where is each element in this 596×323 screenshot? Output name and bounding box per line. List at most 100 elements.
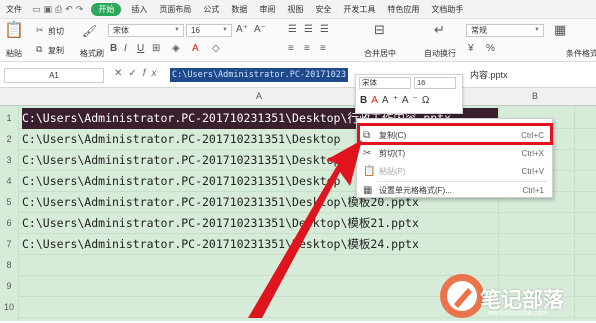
- align-bottom-icon[interactable]: ☰: [320, 24, 329, 36]
- copy-highlight-box: [357, 123, 553, 145]
- menu-item-paste[interactable]: 📋 粘贴(P) Ctrl+V: [357, 163, 552, 180]
- cell-a9[interactable]: [22, 276, 352, 297]
- bold-icon[interactable]: B: [110, 43, 117, 55]
- italic-icon[interactable]: I: [124, 43, 127, 55]
- underline-icon[interactable]: U: [137, 43, 144, 55]
- name-box[interactable]: A1: [4, 68, 104, 83]
- menu-bar: 文件 ▭ ▣ ⎙ ↶ ↷ 开始 插入 页面布局 公式 数据 审阅 视图 安全 开…: [0, 0, 596, 19]
- tab-insert[interactable]: 插入: [125, 0, 153, 19]
- symbol-icon[interactable]: Ω: [422, 95, 433, 106]
- redo-icon[interactable]: ↷: [76, 4, 84, 15]
- cut-icon[interactable]: ✂: [36, 24, 44, 36]
- formula-icons: ✕✓fx: [114, 68, 163, 79]
- align-middle-icon[interactable]: ☰: [304, 24, 313, 36]
- tab-doc-assistant[interactable]: 文档助手: [425, 0, 469, 19]
- tab-page-layout[interactable]: 页面布局: [153, 0, 197, 19]
- format-painter-label[interactable]: 格式刷: [80, 48, 104, 59]
- paste-label[interactable]: 粘贴: [6, 48, 22, 59]
- column-b-header[interactable]: B: [532, 91, 538, 101]
- conditional-format-icon[interactable]: ▦: [554, 23, 566, 36]
- fx-icon[interactable]: fx: [143, 68, 163, 79]
- cell-a8[interactable]: [22, 255, 352, 276]
- merge-center-icon[interactable]: ⊟: [374, 23, 385, 36]
- wrap-text-icon[interactable]: ↵: [434, 23, 445, 36]
- confirm-icon[interactable]: ✓: [128, 68, 142, 79]
- row-header[interactable]: 10: [0, 297, 18, 318]
- tab-data[interactable]: 数据: [225, 0, 253, 19]
- eraser-icon[interactable]: ◇: [212, 43, 220, 55]
- cancel-icon[interactable]: ✕: [114, 68, 128, 79]
- cut-button[interactable]: 剪切: [48, 26, 64, 37]
- chevron-down-icon: ▼: [534, 27, 540, 33]
- mini-size-select[interactable]: 16: [414, 77, 456, 89]
- row-header[interactable]: 9: [0, 276, 18, 297]
- merge-center-label[interactable]: 合并居中: [364, 48, 396, 59]
- cell-a10[interactable]: [22, 297, 352, 318]
- row-header[interactable]: 3: [0, 150, 18, 171]
- cell-a4[interactable]: C:\Users\Administrator.PC-201710231351\D…: [22, 171, 352, 192]
- menu-item-shortcut: Ctrl+1: [522, 186, 544, 195]
- mini-font-select[interactable]: 宋体: [359, 77, 411, 89]
- font-color-icon[interactable]: A: [371, 95, 382, 106]
- folder-icon[interactable]: ▭: [32, 4, 41, 15]
- cell-a6[interactable]: C:\Users\Administrator.PC-201710231351\D…: [22, 213, 498, 234]
- wrap-text-label[interactable]: 自动换行: [424, 48, 456, 59]
- menu-item-format-cells[interactable]: ▦ 设置单元格格式(F)... Ctrl+1: [357, 182, 552, 199]
- row-header[interactable]: 6: [0, 213, 18, 234]
- tab-security[interactable]: 安全: [309, 0, 337, 19]
- row-header[interactable]: 4: [0, 171, 18, 192]
- mini-font-value: 宋体: [362, 78, 377, 87]
- currency-icon[interactable]: ¥: [468, 43, 474, 55]
- column-a-header[interactable]: A: [256, 91, 262, 101]
- tab-developer[interactable]: 开发工具: [337, 0, 381, 19]
- mini-format-row: BAA⁺A⁻Ω: [360, 95, 433, 106]
- formula-bar: A1 ✕✓fx C:\Users\Administrator.PC-201710…: [0, 62, 596, 88]
- fill-color-icon[interactable]: ◈: [172, 43, 180, 55]
- grow-font-icon[interactable]: A⁺: [382, 95, 402, 106]
- save-icon[interactable]: ▣: [44, 4, 53, 15]
- number-format-select[interactable]: 常规 ▼: [466, 24, 544, 37]
- align-left-icon[interactable]: ≡: [288, 43, 294, 55]
- watermark-url: www.notetribe.com: [488, 310, 548, 317]
- tab-formula[interactable]: 公式: [197, 0, 225, 19]
- row-header[interactable]: 8: [0, 255, 18, 276]
- column-header: A B: [0, 88, 596, 106]
- paste-icon[interactable]: 📋: [4, 23, 24, 39]
- number-format-value: 常规: [471, 26, 487, 35]
- menu-file[interactable]: 文件: [0, 0, 28, 19]
- shrink-font-icon[interactable]: A⁻: [254, 24, 266, 36]
- tab-features[interactable]: 特色应用: [381, 0, 425, 19]
- tab-review[interactable]: 审阅: [253, 0, 281, 19]
- quick-access-toolbar: ▭ ▣ ⎙ ↶ ↷: [28, 4, 87, 15]
- font-size-select[interactable]: 16 ▼: [186, 24, 232, 37]
- copy-button[interactable]: 复制: [48, 45, 64, 56]
- row-header[interactable]: 1: [0, 108, 18, 129]
- row-header[interactable]: 7: [0, 234, 18, 255]
- align-right-icon[interactable]: ≡: [320, 43, 326, 55]
- font-color-icon[interactable]: A: [192, 43, 199, 55]
- row-header[interactable]: 2: [0, 129, 18, 150]
- mini-toolbar: 宋体 16 BAA⁺A⁻Ω: [355, 74, 463, 114]
- format-painter-icon[interactable]: 🖌: [82, 25, 97, 37]
- undo-icon[interactable]: ↶: [65, 4, 73, 15]
- tab-view[interactable]: 视图: [281, 0, 309, 19]
- tab-start[interactable]: 开始: [91, 2, 122, 16]
- cell-a3[interactable]: C:\Users\Administrator.PC-201710231351\D…: [22, 150, 352, 171]
- bold-icon[interactable]: B: [360, 95, 371, 106]
- cell-a7[interactable]: C:\Users\Administrator.PC-201710231351\D…: [22, 234, 498, 255]
- grow-font-icon[interactable]: A⁺: [236, 24, 248, 36]
- paste-icon: 📋: [363, 166, 376, 177]
- copy-icon[interactable]: ⧉: [36, 43, 42, 55]
- print-icon[interactable]: ⎙: [55, 4, 62, 15]
- row-header[interactable]: 5: [0, 192, 18, 213]
- chevron-down-icon: ▼: [222, 27, 228, 33]
- conditional-format-label[interactable]: 条件格式: [566, 48, 596, 59]
- shrink-font-icon[interactable]: A⁻: [402, 95, 422, 106]
- align-top-icon[interactable]: ☰: [288, 24, 297, 36]
- font-name-select[interactable]: 宋体 ▼: [108, 24, 184, 37]
- cell-a2[interactable]: C:\Users\Administrator.PC-201710231351\D…: [22, 129, 352, 150]
- border-icon[interactable]: ⊞: [152, 43, 160, 55]
- percent-icon[interactable]: %: [486, 43, 495, 55]
- menu-item-cut[interactable]: ✂ 剪切(T) Ctrl+X: [357, 145, 552, 162]
- align-center-icon[interactable]: ≡: [304, 43, 310, 55]
